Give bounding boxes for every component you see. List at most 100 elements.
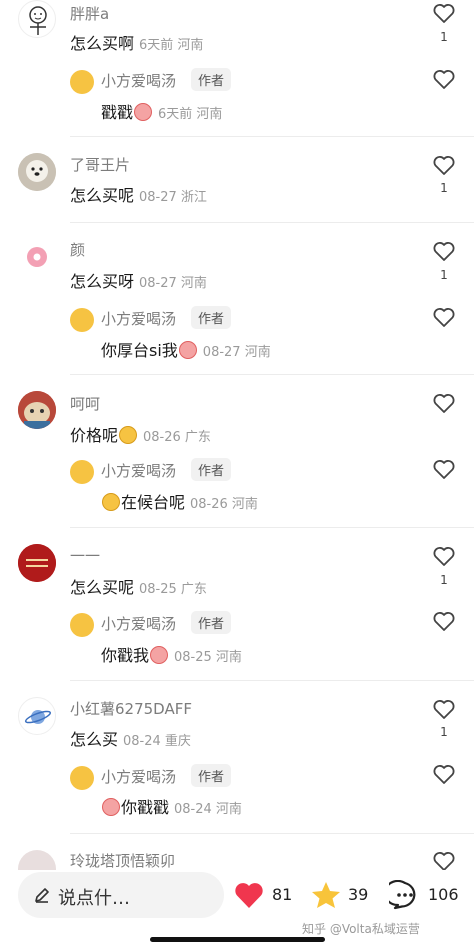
reply-meta: 08-27 河南 — [202, 345, 271, 360]
comment-meta: 08-26 广东 — [143, 430, 211, 445]
reply-username[interactable]: 小方爱喝汤 — [101, 70, 176, 91]
sticker-icon — [102, 493, 120, 511]
reply-avatar[interactable] — [70, 70, 94, 94]
sticker-icon — [119, 426, 138, 444]
bottom-action-bar: 说点什… 81 39 106 知乎 @Volta私域运营 — [0, 870, 474, 950]
author-tag: 作者 — [191, 611, 232, 634]
like-count: 1 — [440, 268, 448, 282]
comment-text[interactable]: 价格呢 08-26 广东 — [70, 422, 211, 446]
favorite-count: 39 — [348, 885, 369, 904]
reply-meta: 08-25 河南 — [174, 650, 242, 665]
reply-content: 在候台呢 — [121, 493, 186, 512]
comment-bubble-icon[interactable] — [389, 880, 421, 910]
reply-content: 你戳我 — [101, 646, 150, 665]
avatar[interactable] — [18, 697, 56, 735]
avatar[interactable] — [18, 0, 56, 38]
comment-content: 怎么买呀 — [70, 272, 135, 291]
divider — [70, 833, 474, 834]
like-count: 1 — [440, 573, 448, 587]
like-count: 1 — [440, 30, 448, 44]
comment-content: 怎么买啊 — [70, 34, 135, 53]
reply-meta: 6天前 河南 — [158, 107, 223, 122]
sticker-icon — [178, 341, 197, 359]
like-heart-icon[interactable] — [432, 763, 456, 785]
reply-username[interactable]: 小方爱喝汤 — [101, 613, 176, 634]
comment-meta: 6天前 河南 — [139, 38, 204, 53]
like-heart-icon[interactable] — [432, 68, 456, 90]
sticker-icon — [134, 103, 153, 121]
like-heart-icon[interactable] — [432, 698, 456, 720]
comment-count: 106 — [428, 885, 459, 904]
reply-content: 戳戳 — [101, 103, 134, 122]
reply-text[interactable]: 你戳戳 08-24 河南 — [101, 794, 242, 818]
like-heart-icon[interactable] — [432, 392, 456, 414]
pencil-icon — [35, 888, 49, 903]
comment-content: 价格呢 — [70, 426, 119, 445]
reply-text[interactable]: 你厚台si我 08-27 河南 — [101, 337, 271, 361]
like-heart-icon[interactable] — [432, 154, 456, 176]
reply-text[interactable]: 你戳我 08-25 河南 — [101, 642, 242, 666]
divider — [70, 527, 474, 528]
comment-list[interactable]: 胖胖a 怎么买啊 6天前 河南 1 小方爱喝汤 作者 戳戳 6天前 河南 了哥王片 … — [0, 0, 474, 870]
reply-username[interactable]: 小方爱喝汤 — [101, 766, 176, 787]
reply-meta: 08-26 河南 — [190, 497, 258, 512]
comment-username[interactable]: 了哥王片 — [70, 154, 130, 175]
author-tag: 作者 — [191, 764, 232, 787]
reply-content: 你戳戳 — [121, 798, 170, 817]
comment-username[interactable]: 胖胖a — [70, 3, 109, 24]
divider — [70, 222, 474, 223]
comment-text[interactable]: 怎么买 08-24 重庆 — [70, 726, 191, 750]
reply-avatar[interactable] — [70, 308, 94, 332]
reply-text[interactable]: 戳戳 6天前 河南 — [101, 99, 222, 123]
like-heart-icon[interactable] — [432, 458, 456, 480]
comment-text[interactable]: 怎么买呀 08-27 河南 — [70, 268, 207, 292]
like-heart-icon[interactable] — [432, 850, 456, 870]
avatar[interactable] — [18, 153, 56, 191]
divider — [70, 374, 474, 375]
comment-text[interactable]: 怎么买啊 6天前 河南 — [70, 30, 203, 54]
comment-text[interactable]: 怎么买呢 08-27 浙江 — [70, 182, 207, 206]
comment-input-placeholder: 说点什… — [58, 888, 130, 909]
like-heart-icon[interactable] — [432, 306, 456, 328]
avatar[interactable] — [18, 391, 56, 429]
reply-meta: 08-24 河南 — [174, 802, 242, 817]
reply-text[interactable]: 在候台呢 08-26 河南 — [101, 489, 258, 513]
home-indicator[interactable] — [150, 937, 325, 942]
avatar[interactable] — [18, 850, 56, 870]
divider — [70, 136, 474, 137]
comment-username[interactable]: 一一 — [70, 545, 100, 566]
reply-avatar[interactable] — [70, 766, 94, 790]
comment-username[interactable]: 小红薯6275DAFF — [70, 698, 192, 719]
comment-text[interactable]: 怎么买呢 08-25 广东 — [70, 574, 207, 598]
reply-username[interactable]: 小方爱喝汤 — [101, 308, 176, 329]
reply-username[interactable]: 小方爱喝汤 — [101, 460, 176, 481]
avatar[interactable] — [18, 544, 56, 582]
comment-meta: 08-27 浙江 — [139, 190, 207, 205]
like-heart-icon[interactable] — [432, 545, 456, 567]
watermark: 知乎 @Volta私域运营 — [302, 922, 420, 936]
avatar[interactable] — [18, 238, 56, 276]
comment-username[interactable]: 玲珑塔顶悟颖卯 — [70, 850, 175, 870]
comment-input[interactable]: 说点什… — [18, 872, 224, 918]
like-heart-icon[interactable] — [432, 2, 456, 24]
author-tag: 作者 — [191, 306, 232, 329]
like-count: 1 — [440, 181, 448, 195]
divider — [70, 680, 474, 681]
comment-content: 怎么买 — [70, 730, 119, 749]
author-tag: 作者 — [191, 458, 232, 481]
comment-meta: 08-25 广东 — [139, 582, 207, 597]
reply-avatar[interactable] — [70, 613, 94, 637]
sticker-icon — [102, 798, 120, 816]
star-icon[interactable] — [310, 880, 342, 910]
like-heart-icon[interactable] — [233, 880, 265, 910]
comment-content: 怎么买呢 — [70, 186, 135, 205]
like-count: 1 — [440, 725, 448, 739]
comment-username[interactable]: 颜 — [70, 239, 85, 260]
reply-content: 你厚台si我 — [101, 341, 178, 360]
comment-username[interactable]: 呵呵 — [70, 393, 100, 414]
like-heart-icon[interactable] — [432, 240, 456, 262]
like-heart-icon[interactable] — [432, 610, 456, 632]
comment-meta: 08-27 河南 — [139, 276, 207, 291]
author-tag: 作者 — [191, 68, 232, 91]
reply-avatar[interactable] — [70, 460, 94, 484]
